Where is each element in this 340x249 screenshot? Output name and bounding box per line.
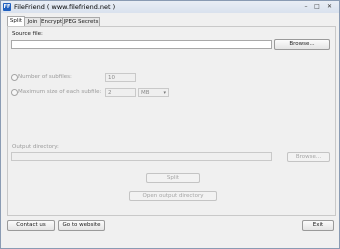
num-subfiles-radio[interactable] [11, 74, 18, 81]
contact-us-button[interactable]: Contact us [7, 220, 55, 231]
open-output-dir-button[interactable]: Open output directory [129, 191, 217, 201]
split-button[interactable]: Split [146, 173, 200, 183]
output-dir-label: Output directory: [12, 144, 59, 150]
max-size-label: Maximum size of each subfile: [18, 89, 102, 95]
tab-encrypt[interactable]: Encrypt [40, 17, 63, 26]
num-subfiles-input[interactable]: 10 [105, 73, 136, 82]
go-to-website-button[interactable]: Go to website [58, 220, 105, 231]
size-unit-select[interactable]: MB ▾ [138, 88, 169, 97]
size-unit-value: MB [141, 90, 150, 96]
minimize-icon[interactable]: – [301, 3, 311, 10]
tab-join[interactable]: Join [24, 17, 41, 26]
title-bar: FF FileFriend ( www.filefriend.net ) – □… [1, 1, 339, 13]
source-browse-button[interactable]: Browse... [274, 39, 330, 50]
app-window: FF FileFriend ( www.filefriend.net ) – □… [0, 0, 340, 249]
num-subfiles-label: Number of subfiles: [18, 74, 72, 80]
tab-jpeg-secrets[interactable]: JPEG Secrets [62, 17, 100, 26]
maximize-icon[interactable]: □ [312, 3, 322, 10]
source-file-label: Source file: [12, 31, 43, 37]
close-icon[interactable]: ✕ [323, 3, 336, 10]
split-panel: Source file: Browse... Number of subfile… [7, 26, 336, 216]
window-title: FileFriend ( www.filefriend.net ) [14, 3, 116, 11]
chevron-down-icon: ▾ [163, 90, 166, 96]
tab-split[interactable]: Split [7, 16, 25, 26]
output-browse-button[interactable]: Browse... [287, 152, 330, 162]
output-dir-input[interactable] [11, 152, 272, 161]
max-size-radio[interactable] [11, 89, 18, 96]
app-icon: FF [3, 3, 11, 11]
max-size-input[interactable]: 2 [105, 88, 136, 97]
exit-button[interactable]: Exit [302, 220, 334, 231]
source-file-input[interactable] [11, 40, 272, 49]
